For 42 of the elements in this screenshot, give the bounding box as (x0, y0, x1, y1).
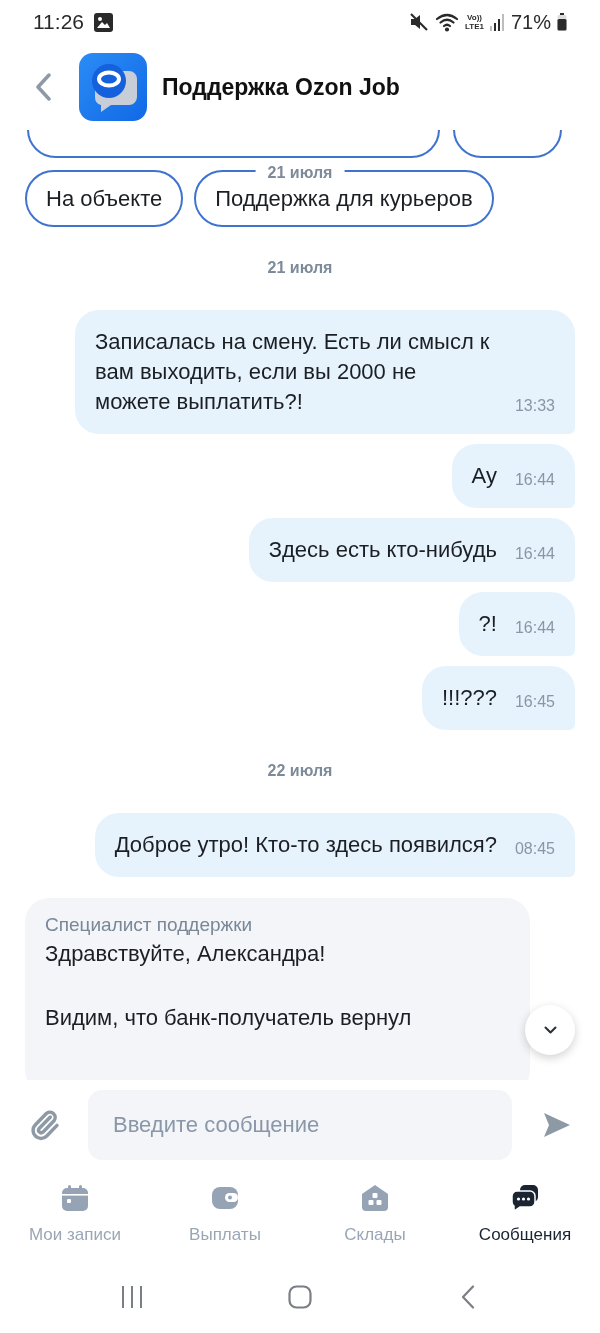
paperclip-icon (29, 1109, 61, 1141)
status-time: 11:26 (33, 10, 84, 34)
quick-reply-chip[interactable]: На объекте (25, 170, 184, 227)
message-time: 16:44 (514, 470, 555, 490)
app-logo-icon (79, 53, 147, 121)
network-label: LTE1 (465, 22, 484, 31)
message-text: Ау (471, 462, 497, 490)
message-text: Видим, что банк-получатель вернул (45, 1004, 413, 1032)
gallery-icon (94, 12, 113, 32)
back-icon (461, 1284, 475, 1309)
chevron-down-icon (543, 1026, 557, 1034)
mute-icon (409, 12, 429, 32)
nav-tab[interactable]: Сообщения (450, 1170, 600, 1260)
chat-title: Поддержка Ozon Job (162, 73, 400, 101)
date-label: 22 июля (267, 761, 333, 781)
battery-icon (557, 13, 567, 31)
wifi-icon (435, 12, 459, 32)
message-time: 16:44 (514, 544, 555, 564)
message-time: 08:45 (514, 839, 555, 859)
sender-name: Специалист поддержки (45, 913, 254, 937)
home-icon (288, 1284, 312, 1309)
message-text: Записалась на смену. Есть ли смысл к вам выходить, если вы 2000 не можете выплатить?! (95, 328, 491, 416)
date-label: 21 июля (267, 258, 333, 278)
send-icon (543, 1112, 571, 1138)
message-text: Здесь есть кто-нибудь (268, 536, 497, 564)
message-time: 16:45 (514, 692, 555, 712)
signal-icon (489, 13, 505, 31)
message-time: 16:44 (514, 618, 555, 638)
network-label: Vo)) (467, 13, 482, 22)
message-text: Доброе утро! Кто-то здесь появился? (114, 831, 497, 859)
message-input[interactable]: Введите сообщение (88, 1090, 512, 1160)
message-text: ?! (478, 610, 497, 638)
calendar-icon (61, 1184, 89, 1212)
message-time: 13:33 (514, 396, 555, 416)
battery-percent: 71% (510, 10, 551, 34)
chat-icon (511, 1184, 539, 1212)
recent-apps-icon (120, 1284, 144, 1309)
wallet-icon (211, 1184, 239, 1212)
message-text: Здравствуйте, Александра! (45, 940, 327, 968)
message-text: !!!??? (441, 684, 497, 712)
house-icon (361, 1184, 389, 1212)
chevron-left-icon (35, 73, 51, 101)
